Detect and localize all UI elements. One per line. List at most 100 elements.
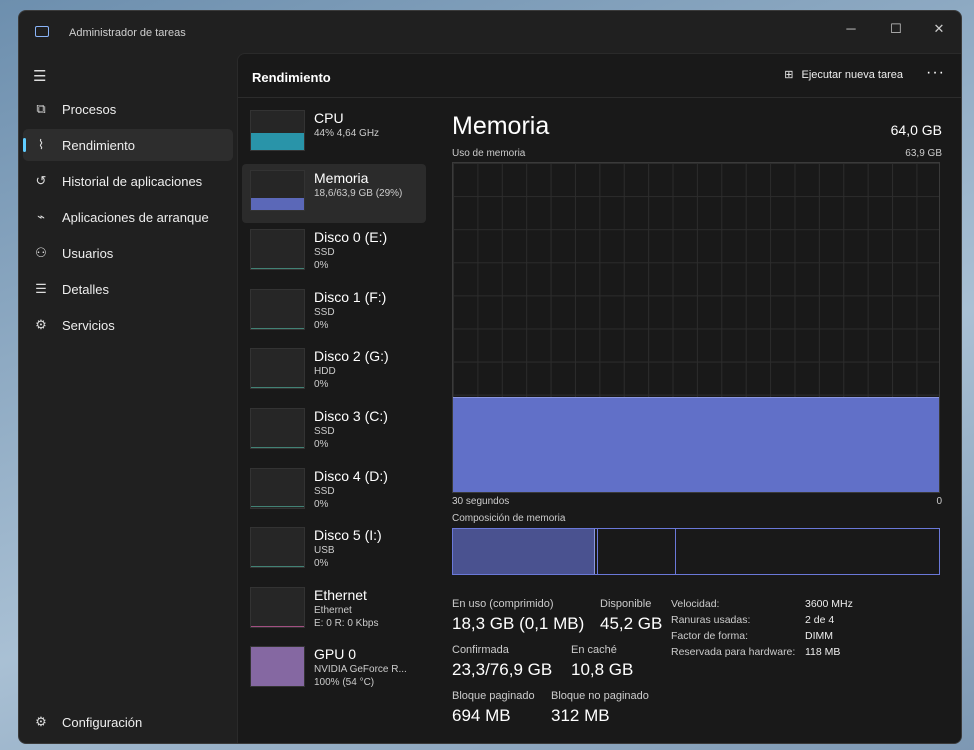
thumbnail-fill xyxy=(251,132,304,150)
resource-name: Disco 2 (G:) xyxy=(314,348,389,365)
sidebar-item-aplicaciones-de-arranque[interactable]: ⌁ Aplicaciones de arranque xyxy=(23,201,233,233)
run-new-task-button[interactable]: ⊞ Ejecutar nueva tarea xyxy=(784,68,903,82)
resource-thumbnail-graph xyxy=(250,646,305,688)
maximize-button[interactable]: ☐ xyxy=(876,17,916,41)
history-icon: ↺ xyxy=(35,173,47,188)
resource-item[interactable]: GPU 0 NVIDIA GeForce R... 100% (54 °C) xyxy=(242,640,426,700)
resource-item[interactable]: Disco 3 (C:) SSD 0% xyxy=(242,402,426,462)
available-value: 45,2 GB xyxy=(600,614,663,633)
sidebar-item-label: Configuración xyxy=(62,714,143,730)
startup-icon: ⌁ xyxy=(37,209,45,224)
resource-name: Disco 3 (C:) xyxy=(314,407,388,424)
resource-detail: SSD xyxy=(314,247,335,259)
divider xyxy=(238,97,961,98)
detail-value: DIMM xyxy=(805,630,833,642)
resource-thumbnail-graph xyxy=(250,348,305,390)
resource-item[interactable]: Disco 1 (F:) SSD 0% xyxy=(242,283,426,343)
resource-detail: HDD xyxy=(314,366,336,378)
sidebar-item-detalles[interactable]: ☰ Detalles xyxy=(23,273,233,305)
thumbnail-fill xyxy=(251,647,304,687)
usage-max: 63,9 GB xyxy=(905,148,942,159)
resource-item[interactable]: Memoria 18,6/63,9 GB (29%) xyxy=(242,163,426,224)
detail-key: Reservada para hardware: xyxy=(671,646,796,658)
resource-thumbnail-graph xyxy=(250,467,305,509)
sidebar-item-label: Historial de aplicaciones xyxy=(62,173,203,189)
resource-status: 100% (54 °C) xyxy=(314,677,375,689)
resource-item[interactable]: CPU 44% 4,64 GHz xyxy=(242,104,426,164)
resource-item[interactable]: Disco 4 (D:) SSD 0% xyxy=(242,462,426,522)
sidebar-item-procesos[interactable]: ⧉ Procesos xyxy=(23,93,233,125)
available-label: Disponible xyxy=(600,598,652,610)
resource-detail: SSD xyxy=(314,306,335,318)
thumbnail-fill xyxy=(251,387,304,389)
run-task-label: Ejecutar nueva tarea xyxy=(801,68,903,81)
detail-value: 3600 MHz xyxy=(805,598,853,610)
sidebar-item-servicios[interactable]: ⚙ Servicios xyxy=(23,309,233,341)
sidebar-item-label: Usuarios xyxy=(62,245,114,261)
resource-detail: Ethernet xyxy=(314,604,352,616)
thumbnail-fill xyxy=(251,566,304,568)
resource-item[interactable]: Ethernet Ethernet E: 0 R: 0 Kbps xyxy=(242,581,426,641)
memory-composition-bar xyxy=(452,528,940,575)
thumbnail-fill xyxy=(251,327,304,329)
thumbnail-fill xyxy=(251,268,304,270)
composition-standby xyxy=(598,529,676,574)
nonpaged-value: 312 MB xyxy=(551,706,610,725)
more-options-icon[interactable]: ··· xyxy=(926,64,945,82)
resource-detail: USB xyxy=(314,545,335,557)
sidebar-item-historial-de-aplicaciones[interactable]: ↺ Historial de aplicaciones xyxy=(23,165,233,197)
nonpaged-label: Bloque no paginado xyxy=(551,690,649,702)
memory-usage-fill xyxy=(453,396,939,492)
resource-name: Disco 4 (D:) xyxy=(314,467,388,484)
sidebar-item-label: Detalles xyxy=(62,281,109,297)
detail-value: 118 MB xyxy=(805,646,841,658)
composition-label: Composición de memoria xyxy=(452,513,566,524)
resource-name: Disco 0 (E:) xyxy=(314,229,388,246)
resource-list: CPU 44% 4,64 GHz Memoria 18,6/63,9 GB (2… xyxy=(242,104,426,700)
resource-thumbnail-graph xyxy=(250,586,305,628)
processes-icon: ⧉ xyxy=(36,101,46,116)
cached-value: 10,8 GB xyxy=(571,660,634,679)
thumbnail-fill xyxy=(251,446,304,448)
resource-name: Disco 5 (I:) xyxy=(314,527,382,544)
close-button[interactable]: ✕ xyxy=(919,17,959,41)
paged-value: 694 MB xyxy=(452,706,511,725)
resource-item[interactable]: Disco 5 (I:) USB 0% xyxy=(242,521,426,581)
resource-name: Ethernet xyxy=(314,586,367,603)
resource-thumbnail-graph xyxy=(250,527,305,569)
memory-usage-graph xyxy=(452,162,940,493)
main-content: Rendimiento ⊞ Ejecutar nueva tarea ··· CP… xyxy=(237,53,961,743)
detail-value: 2 de 4 xyxy=(805,614,835,626)
composition-in-use xyxy=(453,529,595,574)
resource-thumbnail-graph xyxy=(250,229,305,271)
sidebar-item-rendimiento[interactable]: ⌇ Rendimiento xyxy=(23,129,233,161)
menu-icon[interactable]: ☰ xyxy=(33,67,46,85)
resource-thumbnail-graph xyxy=(250,288,305,330)
task-manager-window: Administrador de tareas ─ ☐ ✕ ☰ ⧉ Proceso… xyxy=(18,10,962,744)
app-icon xyxy=(35,26,49,37)
x-right-label: 0 xyxy=(936,496,942,507)
detail-key: Factor de forma: xyxy=(671,630,749,642)
resource-detail: SSD xyxy=(314,485,335,497)
sidebar-item-settings[interactable]: ⚙ Configuración xyxy=(23,706,233,738)
in-use-value: 18,3 GB (0,1 MB) xyxy=(452,614,585,633)
resource-item[interactable]: Disco 2 (G:) HDD 0% xyxy=(242,342,426,402)
thumbnail-fill xyxy=(251,506,304,508)
sidebar-item-usuarios[interactable]: ⚇ Usuarios xyxy=(23,237,233,269)
title-bar: Administrador de tareas ─ ☐ ✕ xyxy=(19,11,961,53)
resource-name: CPU xyxy=(314,110,344,126)
users-icon: ⚇ xyxy=(35,245,47,260)
memory-title: Memoria xyxy=(452,112,550,140)
resource-name: Disco 1 (F:) xyxy=(314,288,387,305)
services-icon: ⚙ xyxy=(35,317,47,332)
usage-label: Uso de memoria xyxy=(452,148,526,159)
detail-key: Velocidad: xyxy=(671,598,720,610)
resource-thumbnail-graph xyxy=(250,169,305,211)
sidebar-item-label: Procesos xyxy=(62,101,117,117)
minimize-button[interactable]: ─ xyxy=(831,17,871,41)
memory-total: 64,0 GB xyxy=(890,122,942,138)
resource-item[interactable]: Disco 0 (E:) SSD 0% xyxy=(242,223,426,283)
resource-status: 0% xyxy=(314,438,329,450)
in-use-label: En uso (comprimido) xyxy=(452,598,554,610)
resource-thumbnail-graph xyxy=(250,407,305,449)
